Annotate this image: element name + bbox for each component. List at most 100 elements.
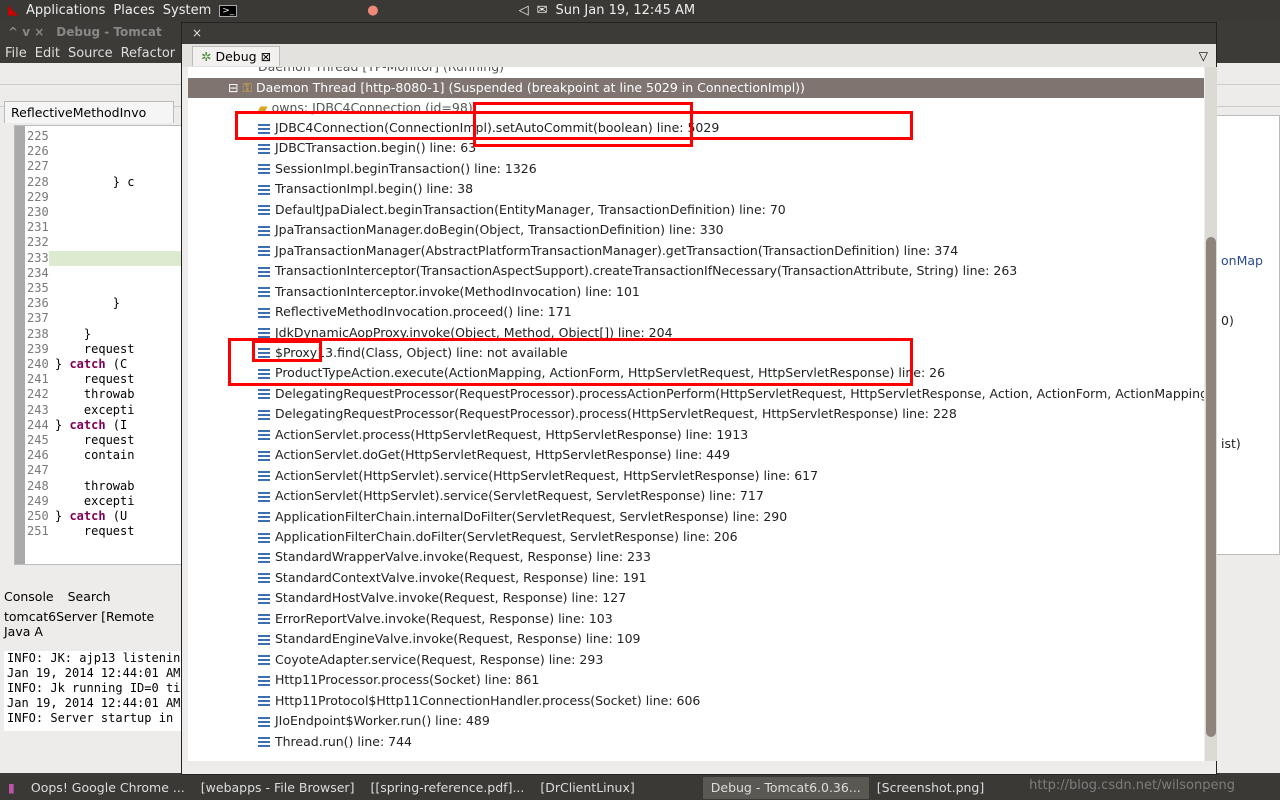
stack-frame[interactable]: StandardEngineValve.invoke(Request, Resp… <box>258 629 641 649</box>
stack-frame[interactable]: ActionServlet.doGet(HttpServletRequest, … <box>258 445 730 465</box>
task-drclient[interactable]: [DrClientLinux] <box>532 777 642 799</box>
stack-frame[interactable]: Http11Processor.process(Socket) line: 86… <box>258 670 539 690</box>
clock[interactable]: Sun Jan 19, 12:45 AM <box>556 3 696 18</box>
code-line: contain <box>55 448 135 463</box>
tab-console[interactable]: Console <box>4 589 54 604</box>
line-number: 243 <box>27 402 49 417</box>
stack-frame[interactable]: CoyoteAdapter.service(Request, Response)… <box>258 650 603 670</box>
menu-edit[interactable]: Edit <box>35 46 60 61</box>
task-pdf[interactable]: [[spring-reference.pdf]... <box>362 777 532 799</box>
show-desktop-icon[interactable]: ▮ <box>0 777 23 799</box>
line-number: 244 <box>27 417 49 432</box>
stack-frame[interactable]: JDBCTransaction.begin() line: 63 <box>258 138 476 158</box>
menu-system[interactable]: System <box>163 3 211 18</box>
stack-frame[interactable]: TransactionImpl.begin() line: 38 <box>258 179 473 199</box>
close-tab-icon[interactable]: ⊠ <box>261 49 271 64</box>
stack-frame-icon <box>258 430 270 441</box>
line-number: 245 <box>27 433 49 447</box>
stack-frame-icon <box>258 246 270 257</box>
task-file-browser[interactable]: [webapps - File Browser] <box>193 777 363 799</box>
stack-frame-icon <box>258 634 270 645</box>
stack-frame[interactable]: ErrorReportValve.invoke(Request, Respons… <box>258 609 613 629</box>
stack-frame[interactable]: ReflectiveMethodInvocation.proceed() lin… <box>258 302 572 322</box>
watermark: http://blog.csdn.net/wilsonpeng <box>1029 778 1235 793</box>
stack-frame[interactable]: ApplicationFilterChain.doFilter(ServletR… <box>258 527 738 547</box>
close-icon[interactable]: × <box>192 26 202 40</box>
menu-source[interactable]: Source <box>68 46 113 61</box>
line-number: 234 <box>27 265 49 280</box>
running-thread[interactable]: Daemon Thread [TP-Monitor] (Running) <box>258 67 504 77</box>
stack-frame-label: ReflectiveMethodInvocation.proceed() lin… <box>275 304 572 320</box>
menu-places[interactable]: Places <box>113 3 154 18</box>
stack-frame[interactable]: StandardWrapperValve.invoke(Request, Res… <box>258 547 651 567</box>
stack-frame[interactable]: TransactionInterceptor.invoke(MethodInvo… <box>258 282 640 302</box>
line-number: 236 <box>27 296 49 311</box>
mail-icon[interactable]: ✉ <box>537 3 548 18</box>
stack-frame-icon <box>258 266 270 277</box>
volume-icon[interactable]: ◁ <box>519 3 529 18</box>
stack-frame-label: StandardHostValve.invoke(Request, Respon… <box>275 590 627 606</box>
stack-frame[interactable]: DelegatingRequestProcessor(RequestProces… <box>258 404 957 424</box>
task-chrome[interactable]: Oops! Google Chrome ... <box>23 777 193 799</box>
code-line: excepti <box>55 493 135 508</box>
stack-frame[interactable]: Http11Protocol$Http11ConnectionHandler.p… <box>258 691 700 711</box>
stack-frame-label: DelegatingRequestProcessor(RequestProces… <box>275 406 957 422</box>
stack-frame-label: ErrorReportValve.invoke(Request, Respons… <box>275 610 613 626</box>
code-line: } catch (U <box>55 509 128 523</box>
stack-frame[interactable]: DefaultJpaDialect.beginTransaction(Entit… <box>258 200 786 220</box>
stack-frame-icon <box>258 532 270 543</box>
stack-frame[interactable]: Thread.run() line: 744 <box>258 732 412 752</box>
stack-frame-label: StandardWrapperValve.invoke(Request, Res… <box>275 549 651 565</box>
code-line: } <box>55 326 92 341</box>
scrollbar-thumb[interactable] <box>1206 237 1216 737</box>
task-debug[interactable]: Debug - Tomcat6.0.36... <box>702 777 869 799</box>
vertical-scrollbar[interactable] <box>1205 67 1217 761</box>
stack-frame[interactable]: JIoEndpoint$Worker.run() line: 489 <box>258 711 490 731</box>
menu-file[interactable]: File <box>5 46 27 61</box>
code-line: } c <box>55 174 135 189</box>
collapse-icon[interactable]: ⊟ <box>228 80 238 95</box>
terminal-icon[interactable]: >_ <box>219 4 238 17</box>
stack-frame-icon <box>258 164 270 175</box>
stack-frame[interactable]: JpaTransactionManager(AbstractPlatformTr… <box>258 241 958 261</box>
task-screenshot[interactable]: [Screenshot.png] <box>869 777 992 799</box>
view-menu-icon[interactable]: ▽ <box>1199 49 1208 63</box>
stack-frame[interactable]: ActionServlet(HttpServlet).service(HttpS… <box>258 466 818 486</box>
stack-frame[interactable]: StandardHostValve.invoke(Request, Respon… <box>258 588 626 608</box>
line-number: 230 <box>27 205 49 219</box>
user-icon[interactable]: ● <box>367 3 378 18</box>
tab-search[interactable]: Search <box>68 589 111 604</box>
stack-frame[interactable]: ApplicationFilterChain.internalDoFilter(… <box>258 507 787 527</box>
stack-frame[interactable]: SessionImpl.beginTransaction() line: 132… <box>258 159 537 179</box>
stack-frame-label: StandardEngineValve.invoke(Request, Resp… <box>275 631 641 647</box>
editor-tab[interactable]: ReflectiveMethodInvo <box>4 101 174 123</box>
window-controls[interactable]: ^ v × <box>8 25 44 39</box>
stack-frame-icon <box>258 593 270 604</box>
stack-frame[interactable]: ActionServlet(HttpServlet).service(Servl… <box>258 486 764 506</box>
console-output[interactable]: INFO: JK: ajp13 listenin Jan 19, 2014 12:… <box>4 651 184 731</box>
tab-debug[interactable]: ✲ Debug ⊠ <box>192 45 281 66</box>
stack-frame[interactable]: DelegatingRequestProcessor(RequestProces… <box>258 384 1204 404</box>
stack-frame-label: ApplicationFilterChain.doFilter(ServletR… <box>275 529 738 544</box>
stack-frame[interactable]: JpaTransactionManager.doBegin(Object, Tr… <box>258 220 724 240</box>
stack-frame-label: JpaTransactionManager.doBegin(Object, Tr… <box>275 222 724 238</box>
stack-frame[interactable]: ActionServlet.process(HttpServletRequest… <box>258 425 748 445</box>
stack-frame-label: ApplicationFilterChain.internalDoFilter(… <box>275 508 788 524</box>
stack-frame-label: ActionServlet(HttpServlet).service(HttpS… <box>275 467 819 483</box>
code-line: } <box>55 296 121 311</box>
line-number: 251 <box>27 524 49 539</box>
editor-gutter <box>15 126 25 564</box>
line-number: 228 <box>27 174 49 189</box>
stack-frame-label: ActionServlet.process(HttpServletRequest… <box>275 426 749 442</box>
stack-frame-label: JDBCTransaction.begin() line: 63 <box>275 140 477 156</box>
code-editor[interactable]: 225 226 227 228 } c 229 230 231 232 233 234 235 236… <box>14 125 189 565</box>
menu-applications[interactable]: Applications <box>26 3 105 18</box>
stack-frame[interactable]: TransactionInterceptor(TransactionAspect… <box>258 261 1017 281</box>
menu-refactor[interactable]: Refactor <box>121 46 176 61</box>
top-panel: ◣ Applications Places System >_ ● ◁ ✉ Su… <box>0 0 1280 21</box>
stack-frame-label: Thread.run() line: 744 <box>275 733 412 749</box>
stack-frame-label: StandardContextValve.invoke(Request, Res… <box>275 569 647 585</box>
suspended-thread[interactable]: ⊟ ⚿ Daemon Thread [http-8080-1] (Suspend… <box>188 78 1204 98</box>
stack-frame[interactable]: StandardContextValve.invoke(Request, Res… <box>258 568 647 588</box>
stack-frame-icon <box>258 205 270 216</box>
